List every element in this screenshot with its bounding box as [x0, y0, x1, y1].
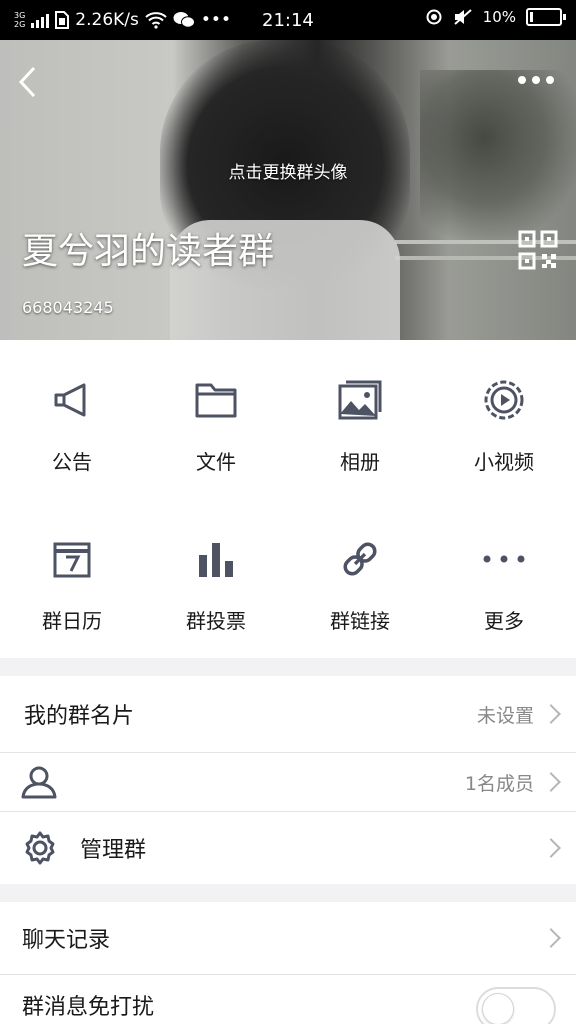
chevron-right-icon [541, 928, 561, 948]
group-name: 夏兮羽的读者群 [22, 231, 275, 272]
chat-history-label: 聊天记录 [22, 928, 111, 953]
qr-code-icon[interactable] [518, 230, 558, 270]
feature-short-video[interactable]: 小视频 [432, 340, 576, 499]
battery-percent: 10% [482, 8, 516, 26]
wechat-icon [173, 12, 195, 28]
link-icon [343, 542, 377, 576]
chevron-right-icon [541, 772, 561, 792]
feature-label: 小视频 [474, 450, 534, 474]
members-count: 1名成员 [464, 772, 534, 795]
feature-album[interactable]: 相册 [288, 340, 432, 499]
location-icon [426, 9, 442, 25]
network-type-top: 3G [14, 11, 26, 20]
feature-calendar[interactable]: 群日历 [0, 499, 144, 658]
calendar-icon [53, 542, 91, 578]
group-card-value: 未设置 [476, 704, 534, 727]
mute-toggle[interactable] [476, 987, 556, 1024]
clock: 21:14 [262, 10, 314, 31]
feature-vote[interactable]: 群投票 [144, 499, 288, 658]
feature-label: 相册 [340, 450, 380, 474]
group-id: 668043245 [22, 298, 114, 317]
feature-label: 公告 [52, 450, 92, 474]
feature-more[interactable]: 更多 [432, 499, 576, 658]
chevron-right-icon [541, 838, 561, 858]
mute-label: 群消息免打扰 [22, 995, 155, 1020]
chat-history-row[interactable]: 聊天记录 [0, 902, 576, 974]
members-icon [21, 766, 57, 799]
feature-label: 文件 [196, 450, 236, 474]
network-type-bottom: 2G [14, 20, 26, 29]
back-icon[interactable] [14, 62, 44, 102]
feature-label: 群链接 [330, 609, 390, 633]
change-avatar-hint[interactable]: 点击更换群头像 [0, 158, 576, 183]
feature-announcement[interactable]: 公告 [0, 340, 144, 499]
status-bar: 3G 2G 2.26K/s ••• 21:14 10% [0, 0, 576, 40]
chevron-right-icon [541, 704, 561, 724]
mute-row: 群消息免打扰 [0, 975, 576, 1024]
feature-label: 群日历 [42, 609, 102, 633]
group-card-row[interactable]: 我的群名片 未设置 [0, 676, 576, 752]
mute-icon [453, 9, 472, 25]
feature-grid: 公告 文件 相册 小视频 群日历 群投票 群链接 更多 [0, 340, 576, 658]
gear-icon [25, 831, 55, 865]
folder-icon [195, 383, 237, 418]
network-type: 3G 2G [14, 11, 25, 29]
video-play-icon [484, 380, 524, 420]
bar-chart-icon [199, 543, 233, 577]
feature-link[interactable]: 群链接 [288, 499, 432, 658]
members-row[interactable]: 1名成员 [0, 753, 576, 811]
signal-icon [31, 12, 50, 28]
wifi-icon [145, 12, 167, 29]
more-options-button[interactable] [518, 70, 562, 90]
group-card-label: 我的群名片 [24, 704, 135, 729]
more-dots-icon [483, 555, 525, 563]
manage-group-row[interactable]: 管理群 [0, 812, 576, 884]
battery-icon [526, 8, 566, 26]
group-header[interactable]: 点击更换群头像 夏兮羽的读者群 668043245 [0, 40, 576, 340]
more-notifications: ••• [200, 10, 231, 30]
sim-card-icon [55, 11, 70, 29]
manage-group-label: 管理群 [80, 838, 147, 863]
megaphone-icon [54, 383, 86, 417]
feature-files[interactable]: 文件 [144, 340, 288, 499]
feature-label: 更多 [484, 609, 524, 633]
photo-album-icon [338, 380, 382, 420]
feature-label: 群投票 [186, 609, 246, 633]
network-speed: 2.26K/s [75, 10, 139, 30]
